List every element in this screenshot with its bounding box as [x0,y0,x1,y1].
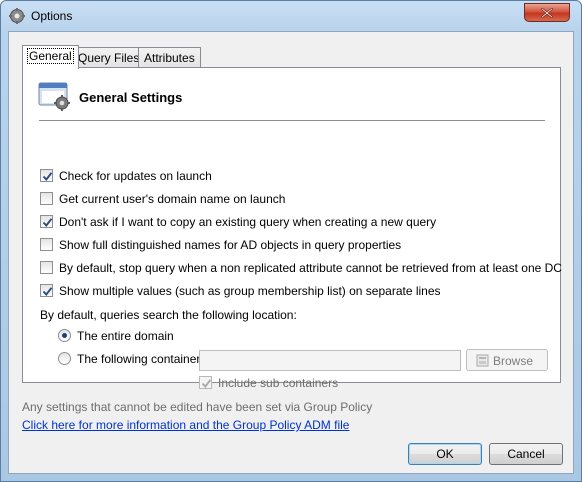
tab-general-label: General [27,48,74,64]
checkbox-full-dn[interactable] [40,238,53,251]
tab-attributes-label: Attributes [144,51,195,65]
option-label: Get current user's domain name on launch [59,192,286,206]
search-location-label: By default, queries search the following… [40,308,297,322]
close-button[interactable] [524,3,570,22]
window-title: Options [31,9,73,23]
checkmark-icon [42,172,53,181]
title-bar[interactable]: Options [1,1,581,31]
option-label: Check for updates on launch [59,169,212,183]
close-icon [541,8,553,18]
section-title: General Settings [79,90,183,105]
checkbox-multiple-values[interactable] [40,284,53,297]
checkbox-label: Include sub containers [218,376,339,390]
option-label: Show multiple values (such as group memb… [59,284,441,298]
checkbox-check-updates[interactable] [40,169,53,182]
radio-following-container[interactable] [58,352,71,365]
ok-button[interactable]: OK [408,443,482,465]
browse-button[interactable]: Browse [466,349,548,371]
option-label: Don't ask if I want to copy an existing … [59,215,437,229]
checkmark-icon [42,218,53,227]
dialog-client-area: General Query Files Attributes General S… [8,31,574,474]
checkbox-copy-query[interactable] [40,215,53,228]
checkmark-icon [42,287,53,296]
tab-query-files-label: Query Files [78,51,140,65]
general-tab-panel: General Settings Check for updates on la… [22,67,562,390]
group-policy-note: Any settings that cannot be edited have … [22,400,373,414]
options-window: Options General Query Files Attributes G… [0,0,582,482]
tab-query-files[interactable]: Query Files [72,47,146,68]
folder-icon [476,354,489,367]
settings-window-icon [38,81,72,111]
gear-icon [9,8,25,24]
option-label: Show full distinguished names for AD obj… [59,238,402,252]
container-input[interactable] [199,350,461,371]
checkbox-stop-query[interactable] [40,261,53,274]
checkbox-domain-name[interactable] [40,192,53,205]
group-policy-link[interactable]: Click here for more information and the … [22,418,349,432]
cancel-button[interactable]: Cancel [489,443,563,465]
tab-attributes[interactable]: Attributes [138,47,201,68]
radio-entire-domain[interactable] [58,329,71,342]
radio-label: The following container: [77,352,204,366]
checkmark-icon [201,379,212,388]
checkbox-include-sub[interactable] [199,376,212,389]
radio-label: The entire domain [77,329,174,343]
tab-general[interactable]: General [22,45,79,69]
section-divider [39,120,545,121]
browse-label: Browse [493,354,534,368]
option-label: By default, stop query when a non replic… [59,261,562,275]
